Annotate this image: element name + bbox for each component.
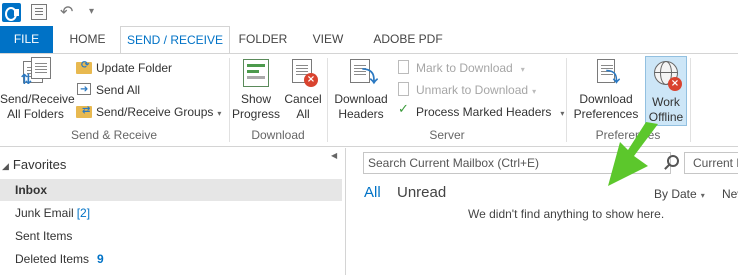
message-list: Search Current Mailbox (Ctrl+E) Current …: [346, 148, 738, 275]
group-divider: [690, 58, 691, 142]
download-headers-label-1: Download: [334, 92, 388, 106]
send-receive-groups-icon: ⇄: [76, 103, 92, 119]
unread-count: 9: [97, 252, 104, 266]
group-label-download: Download: [251, 128, 305, 142]
send-receive-all-folders-button[interactable]: ⇅ Send/Receive All Folders: [0, 57, 75, 122]
filter-all-tab[interactable]: All: [364, 184, 381, 201]
download-preferences-label-2: Preferences: [573, 107, 639, 121]
unmark-to-download-button[interactable]: Unmark to Download ▾: [396, 80, 536, 100]
cancel-all-button[interactable]: × Cancel All: [282, 57, 324, 122]
chevron-down-icon: ▾: [217, 109, 222, 118]
outlook-logo-icon[interactable]: [2, 3, 21, 22]
folder-label: Deleted Items: [15, 252, 90, 266]
download-preferences-button[interactable]: ⤵ Download Preferences: [570, 57, 642, 123]
send-receive-icon: ⇅: [21, 57, 51, 89]
chevron-down-icon: ▾: [700, 191, 705, 200]
process-marked-headers-label: Process Marked Headers: [416, 105, 552, 119]
show-progress-label-1: Show: [240, 92, 272, 106]
folder-deleted-items[interactable]: Deleted Items 9: [0, 248, 342, 270]
progress-icon: [241, 57, 271, 89]
folder-inbox[interactable]: Inbox: [0, 179, 342, 201]
favorites-label: Favorites: [12, 157, 67, 172]
tab-file[interactable]: FILE: [0, 26, 53, 53]
sort-label: By Date: [654, 187, 697, 201]
send-receive-groups-button[interactable]: ⇄ Send/Receive Groups ▾: [76, 102, 221, 122]
unread-count: [2]: [76, 206, 91, 220]
show-progress-label-2: Progress: [232, 107, 281, 121]
download-headers-label-2: Headers: [338, 107, 384, 121]
show-progress-button[interactable]: Show Progress: [232, 57, 280, 122]
collapse-pane-chevron-left-icon[interactable]: ◀: [331, 151, 337, 160]
send-all-icon: ➜: [76, 81, 92, 97]
folder-label: Inbox: [15, 183, 47, 197]
tab-send-receive[interactable]: SEND / RECEIVE: [120, 26, 230, 54]
cancel-all-label-1: Cancel: [284, 92, 322, 106]
tab-view[interactable]: VIEW: [296, 26, 360, 53]
work-offline-label-1: Work: [652, 95, 680, 109]
search-icon[interactable]: [667, 155, 679, 167]
search-scope-dropdown[interactable]: Current M: [684, 152, 738, 174]
send-receive-groups-label: Send/Receive Groups: [96, 105, 214, 119]
group-divider: [327, 58, 328, 142]
send-all-label: Send All: [96, 83, 141, 97]
checkmark-icon: ✓: [398, 102, 409, 117]
folder-junk-email[interactable]: Junk Email [2]: [0, 202, 342, 224]
favorites-header[interactable]: ◢ Favorites: [2, 157, 66, 172]
download-preferences-icon: ⤵: [591, 57, 621, 89]
globe-icon: ×: [651, 60, 682, 92]
send-receive-all-folders-label-2: All Folders: [7, 107, 64, 121]
unmark-to-download-label: Unmark to Download: [416, 83, 529, 97]
send-receive-all-folders-label-1: Send/Receive: [0, 92, 75, 106]
annotation-arrow-icon: [608, 122, 658, 186]
sort-order-toggle[interactable]: New: [722, 187, 738, 201]
update-folder-label: Update Folder: [96, 61, 173, 75]
mark-to-download-button[interactable]: Mark to Download ▾: [396, 58, 525, 78]
group-label-server: Server: [429, 128, 465, 142]
group-label-send-receive: Send & Receive: [70, 128, 158, 142]
work-offline-button[interactable]: × Work Offline: [645, 56, 687, 126]
mark-to-download-icon: [396, 59, 412, 75]
unmark-to-download-icon: [396, 81, 412, 97]
customize-toolbar-chevron-down-icon[interactable]: ▾: [89, 6, 94, 17]
send-all-button[interactable]: ➜ Send All: [76, 80, 140, 100]
folder-label: Sent Items: [15, 229, 73, 243]
cancel-all-icon: ×: [288, 57, 318, 89]
mark-to-download-label: Mark to Download: [416, 61, 513, 75]
chevron-down-icon: ▾: [520, 65, 525, 74]
folder-label: Junk Email: [15, 206, 74, 220]
update-folder-button[interactable]: ⟳ Update Folder: [76, 58, 172, 78]
navigation-pane: ◀ ◢ Favorites Inbox Junk Email [2] Sent It…: [0, 148, 345, 275]
folder-sent-items[interactable]: Sent Items: [0, 225, 342, 247]
download-headers-button[interactable]: ⤵ Download Headers: [331, 57, 391, 122]
tab-home[interactable]: HOME: [56, 26, 119, 53]
download-preferences-label-1: Download: [579, 92, 633, 106]
empty-list-message: We didn't find anything to show here.: [468, 207, 665, 221]
filter-unread-tab[interactable]: Unread: [397, 184, 446, 201]
cancel-all-label-2: All: [296, 107, 310, 121]
download-headers-icon: ⤵: [346, 57, 378, 89]
expand-triangle-icon: ◢: [2, 162, 9, 172]
process-marked-headers-button[interactable]: ✓ Process Marked Headers ▾: [396, 102, 564, 122]
tab-adobe-pdf[interactable]: ADOBE PDF: [360, 26, 456, 53]
quick-access-toolbar: ↶ ▾: [0, 0, 738, 26]
chevron-down-icon: ▾: [532, 87, 537, 96]
undo-icon[interactable]: ↶: [60, 2, 73, 21]
ribbon-tabs: FILE HOME SEND / RECEIVE FOLDER VIEW ADO…: [0, 26, 738, 54]
chevron-down-icon: ▾: [560, 109, 565, 118]
sort-by-dropdown[interactable]: By Date ▾: [654, 187, 705, 201]
send-receive-all-icon[interactable]: [31, 4, 47, 20]
update-folder-icon: ⟳: [76, 59, 92, 75]
tab-folder[interactable]: FOLDER: [230, 26, 296, 53]
